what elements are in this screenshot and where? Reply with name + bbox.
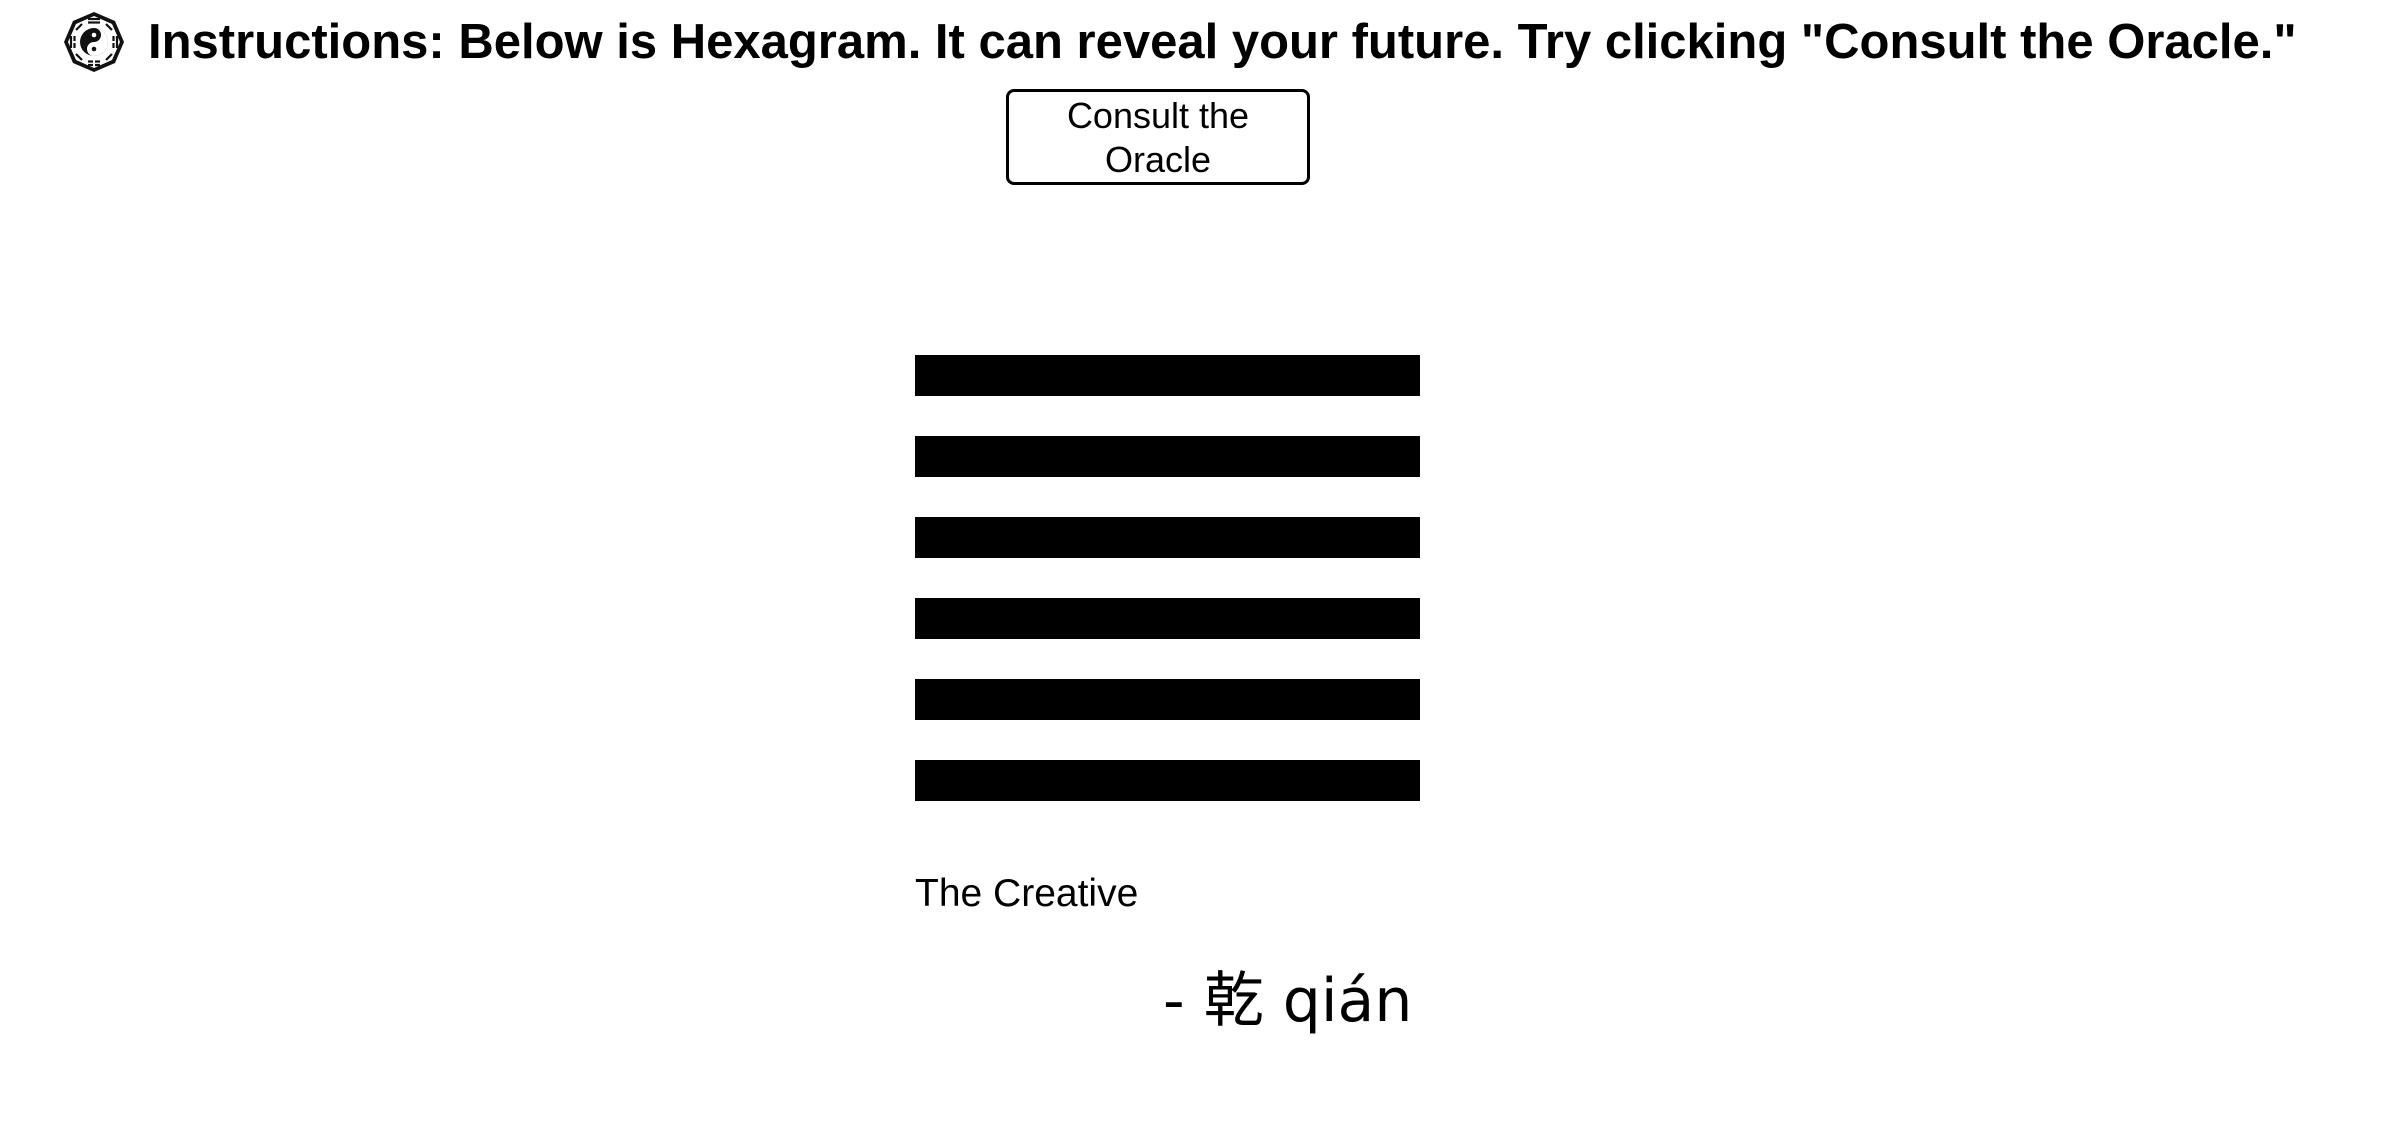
instructions-text: Instructions: Below is Hexagram. It can … [148, 15, 2297, 69]
hexagram [915, 355, 1420, 841]
header: Instructions: Below is Hexagram. It can … [62, 10, 2297, 74]
hexagram-name: The Creative [915, 872, 1139, 915]
hexagram-line [915, 436, 1420, 477]
page: Instructions: Below is Hexagram. It can … [0, 0, 2390, 1134]
hexagram-chinese-name: - 乾 qián [1163, 966, 1413, 1036]
hexagram-line [915, 355, 1420, 396]
consult-oracle-button[interactable]: Consult the Oracle [1006, 89, 1310, 185]
hexagram-line [915, 517, 1420, 558]
hexagram-line [915, 760, 1420, 801]
hexagram-line [915, 598, 1420, 639]
hexagram-line [915, 679, 1420, 720]
yin-yang-bagua-icon [64, 12, 124, 72]
